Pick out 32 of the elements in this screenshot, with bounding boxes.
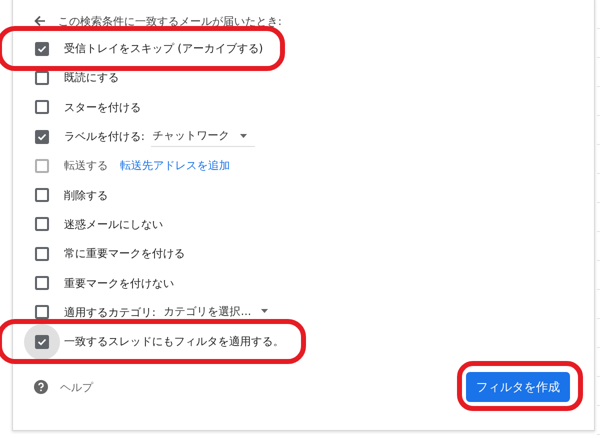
- option-label: スターを付ける: [64, 100, 141, 115]
- help-link[interactable]: ヘルプ: [60, 380, 93, 395]
- checkbox[interactable]: [35, 188, 49, 202]
- help-icon[interactable]: [34, 380, 48, 394]
- caret-icon: [261, 309, 268, 314]
- checkmark-icon: [37, 132, 47, 142]
- checkbox[interactable]: [35, 334, 49, 349]
- option-label: 適用するカテゴリ:: [64, 304, 156, 320]
- dropdown[interactable]: チャットワーク: [150, 126, 255, 148]
- option-label: ラベルを付ける:: [64, 129, 145, 144]
- checkbox[interactable]: [35, 42, 49, 56]
- dropdown[interactable]: カテゴリを選択...: [162, 302, 276, 323]
- caret-icon: [240, 134, 247, 138]
- back-arrow-icon[interactable]: [34, 15, 46, 27]
- option-label: 常に重要マークを付ける: [64, 246, 185, 262]
- checkmark-icon: [37, 336, 47, 347]
- checkbox[interactable]: [35, 276, 49, 290]
- option-label: 削除する: [64, 188, 108, 203]
- option-label: 受信トレイをスキップ (アーカイブする): [64, 41, 264, 56]
- option-label: 重要マークを付けない: [64, 276, 174, 291]
- create-filter-button[interactable]: フィルタを作成: [466, 372, 570, 402]
- checkbox[interactable]: [35, 100, 49, 114]
- checkbox[interactable]: [35, 305, 49, 320]
- checkbox[interactable]: [35, 70, 49, 85]
- checkbox[interactable]: [35, 130, 49, 144]
- checkbox[interactable]: [35, 246, 49, 261]
- checkbox[interactable]: [35, 217, 49, 232]
- option-label: 一致するスレッドにもフィルタを適用する。: [64, 334, 284, 350]
- checkmark-icon: [37, 44, 47, 54]
- option-label: 迷惑メールにしない: [64, 216, 163, 232]
- option-label: 転送する: [64, 158, 108, 174]
- option-label: 既読にする: [64, 70, 119, 86]
